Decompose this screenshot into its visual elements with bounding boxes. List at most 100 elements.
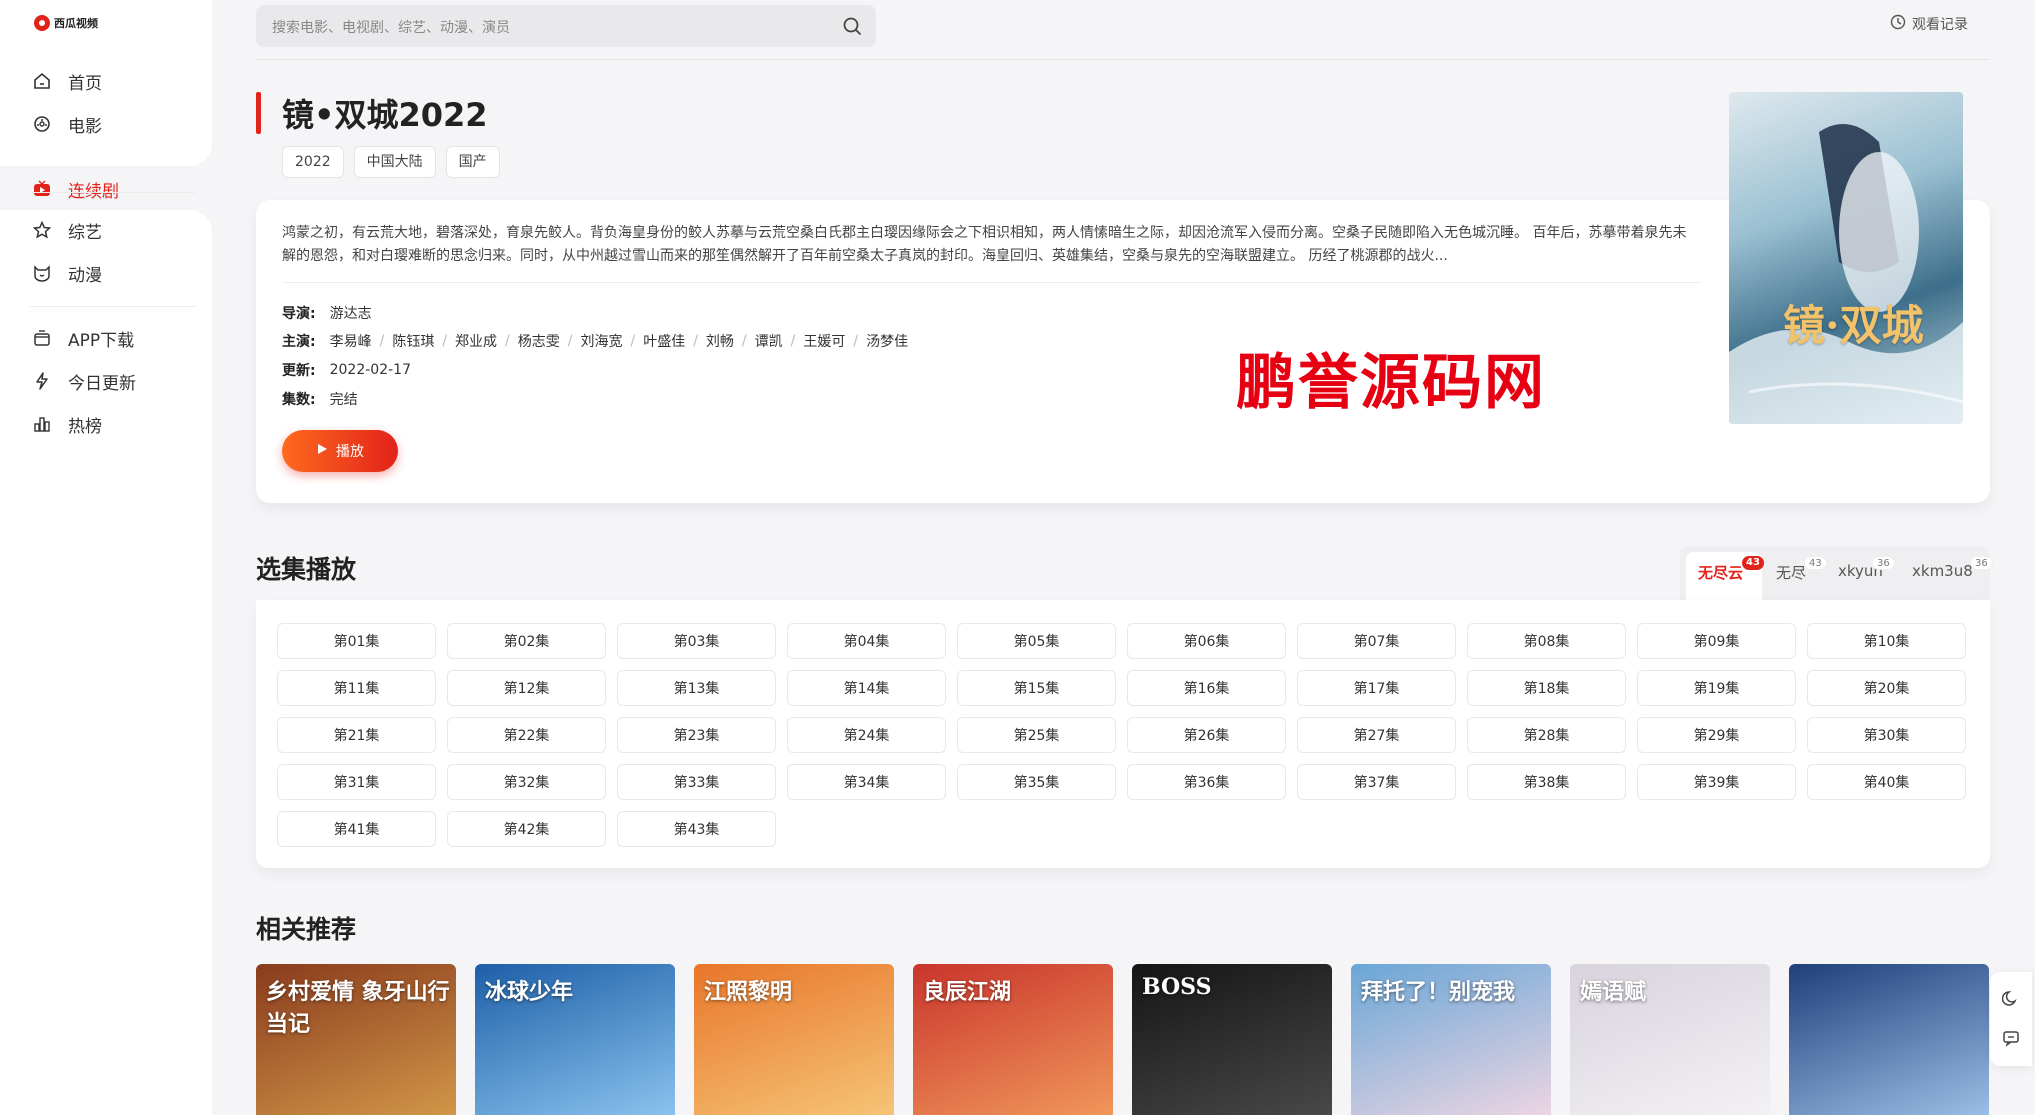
episode-button[interactable]: 第26集 — [1127, 717, 1286, 753]
episode-button[interactable]: 第40集 — [1807, 764, 1966, 800]
source-tab[interactable]: xkyun 36 — [1838, 556, 1895, 580]
episode-button[interactable]: 第35集 — [957, 764, 1116, 800]
episodes-section-title: 选集播放 — [256, 555, 357, 584]
episode-button[interactable]: 第37集 — [1297, 764, 1456, 800]
related-item-poster[interactable]: 嫣语赋 — [1570, 964, 1770, 1115]
episode-button[interactable]: 第02集 — [447, 623, 606, 659]
episode-button[interactable]: 第11集 — [277, 670, 436, 706]
episode-button[interactable]: 第09集 — [1637, 623, 1796, 659]
episode-button[interactable]: 第32集 — [447, 764, 606, 800]
episode-button[interactable]: 第30集 — [1807, 717, 1966, 753]
episode-button[interactable]: 第21集 — [277, 717, 436, 753]
episode-button[interactable]: 第06集 — [1127, 623, 1286, 659]
floating-toolbar — [1990, 972, 2032, 1066]
episode-button[interactable]: 第12集 — [447, 670, 606, 706]
sidebar-item-app-download[interactable]: APP下载 — [32, 323, 134, 353]
tag-region[interactable]: 中国大陆 — [353, 146, 436, 178]
cast-name[interactable]: 刘海宽 — [580, 331, 622, 351]
related-item-poster[interactable]: BOSS — [1132, 964, 1332, 1115]
updated-row: 更新: 2022-02-17 — [282, 360, 411, 380]
episode-button[interactable]: 第19集 — [1637, 670, 1796, 706]
cast-name[interactable]: 王媛可 — [803, 331, 845, 351]
feedback-icon[interactable] — [2001, 1028, 2021, 1048]
source-tab[interactable]: xkm3u8 36 — [1912, 556, 1993, 580]
episode-button[interactable]: 第38集 — [1467, 764, 1626, 800]
dark-mode-icon[interactable] — [2001, 988, 2021, 1008]
related-item-poster[interactable]: 良辰江湖 — [913, 964, 1113, 1115]
cast-name[interactable]: 陈钰琪 — [392, 331, 434, 351]
cast-name[interactable]: 杨志雯 — [518, 331, 560, 351]
play-button-label: 播放 — [336, 444, 364, 460]
episode-button[interactable]: 第04集 — [787, 623, 946, 659]
episode-button[interactable]: 第07集 — [1297, 623, 1456, 659]
episode-button[interactable]: 第28集 — [1467, 717, 1626, 753]
cast-name[interactable]: 刘畅 — [706, 331, 734, 351]
search-input[interactable]: 搜索电影、电视剧、综艺、动漫、演员 — [272, 17, 510, 37]
sidebar-item-movie[interactable]: 电影 — [32, 109, 102, 139]
page-title: 镜•双城2022 — [282, 96, 488, 134]
search-bar[interactable]: 搜索电影、电视剧、综艺、动漫、演员 — [256, 5, 876, 47]
episode-button[interactable]: 第22集 — [447, 717, 606, 753]
sidebar-item-anime[interactable]: 动漫 — [32, 258, 102, 288]
related-item-caption: BOSS — [1142, 974, 1212, 1000]
episode-button[interactable]: 第33集 — [617, 764, 776, 800]
episode-button[interactable]: 第10集 — [1807, 623, 1966, 659]
episode-button[interactable]: 第42集 — [447, 811, 606, 847]
play-button[interactable]: 播放 — [282, 430, 398, 472]
episode-button[interactable]: 第24集 — [787, 717, 946, 753]
sidebar-item-home[interactable]: 首页 — [32, 66, 102, 96]
episode-button[interactable]: 第36集 — [1127, 764, 1286, 800]
episode-button[interactable]: 第01集 — [277, 623, 436, 659]
director-label: 导演: — [282, 306, 316, 322]
episode-button[interactable]: 第17集 — [1297, 670, 1456, 706]
episode-button[interactable]: 第20集 — [1807, 670, 1966, 706]
related-item-poster[interactable]: 冰球少年 — [475, 964, 675, 1115]
related-item-poster[interactable]: 拜托了！别宠我 — [1351, 964, 1551, 1115]
related-item-poster[interactable] — [1789, 964, 1989, 1115]
cast-name[interactable]: 谭凯 — [755, 331, 783, 351]
source-tab[interactable]: 无尽云 43 — [1698, 556, 1764, 583]
episode-button[interactable]: 第39集 — [1637, 764, 1796, 800]
sidebar-item-label: APP下载 — [68, 330, 135, 351]
episode-button[interactable]: 第13集 — [617, 670, 776, 706]
related-item-poster[interactable]: 乡村爱情 象牙山行当记 — [256, 964, 456, 1115]
related-item-poster[interactable]: 江照黎明 — [694, 964, 894, 1115]
cast-name[interactable]: 李易峰 — [330, 331, 372, 351]
cast-label: 主演: — [282, 334, 316, 350]
sidebar-divider — [30, 192, 196, 193]
sidebar-item-hot-list[interactable]: 热榜 — [32, 409, 102, 439]
episode-button[interactable]: 第05集 — [957, 623, 1116, 659]
watermark-text: 鹏誉源码网 — [1236, 348, 1546, 418]
tag-year[interactable]: 2022 — [282, 146, 344, 178]
source-tab[interactable]: 无尽 43 — [1776, 556, 1827, 583]
watch-history-link[interactable]: 观看记录 — [1890, 14, 1968, 34]
episode-button[interactable]: 第23集 — [617, 717, 776, 753]
flash-icon — [32, 371, 52, 391]
episode-button[interactable]: 第18集 — [1467, 670, 1626, 706]
sidebar-item-series[interactable]: 连续剧 — [32, 174, 119, 204]
episode-button[interactable]: 第31集 — [277, 764, 436, 800]
episode-button[interactable]: 第03集 — [617, 623, 776, 659]
episode-button[interactable]: 第15集 — [957, 670, 1116, 706]
episode-button[interactable]: 第43集 — [617, 811, 776, 847]
cast-name[interactable]: 汤梦佳 — [866, 331, 908, 351]
episode-button[interactable]: 第25集 — [957, 717, 1116, 753]
tag-list: 2022 中国大陆 国产 — [282, 146, 500, 178]
episode-button[interactable]: 第41集 — [277, 811, 436, 847]
episode-button[interactable]: 第27集 — [1297, 717, 1456, 753]
episode-button[interactable]: 第16集 — [1127, 670, 1286, 706]
poster-image[interactable]: 镜·双城 — [1729, 92, 1963, 424]
director-name[interactable]: 游达志 — [330, 303, 372, 323]
sidebar-item-today-update[interactable]: 今日更新 — [32, 366, 136, 396]
episode-button[interactable]: 第08集 — [1467, 623, 1626, 659]
star-icon — [32, 220, 52, 240]
search-icon[interactable] — [842, 16, 862, 40]
cast-name[interactable]: 郑业成 — [455, 331, 497, 351]
sidebar-item-variety[interactable]: 综艺 — [32, 215, 102, 245]
tag-category[interactable]: 国产 — [445, 146, 500, 178]
logo[interactable]: 西瓜视频 — [34, 15, 98, 31]
cast-name[interactable]: 叶盛佳 — [643, 331, 685, 351]
episode-button[interactable]: 第29集 — [1637, 717, 1796, 753]
episode-button[interactable]: 第14集 — [787, 670, 946, 706]
episode-button[interactable]: 第34集 — [787, 764, 946, 800]
